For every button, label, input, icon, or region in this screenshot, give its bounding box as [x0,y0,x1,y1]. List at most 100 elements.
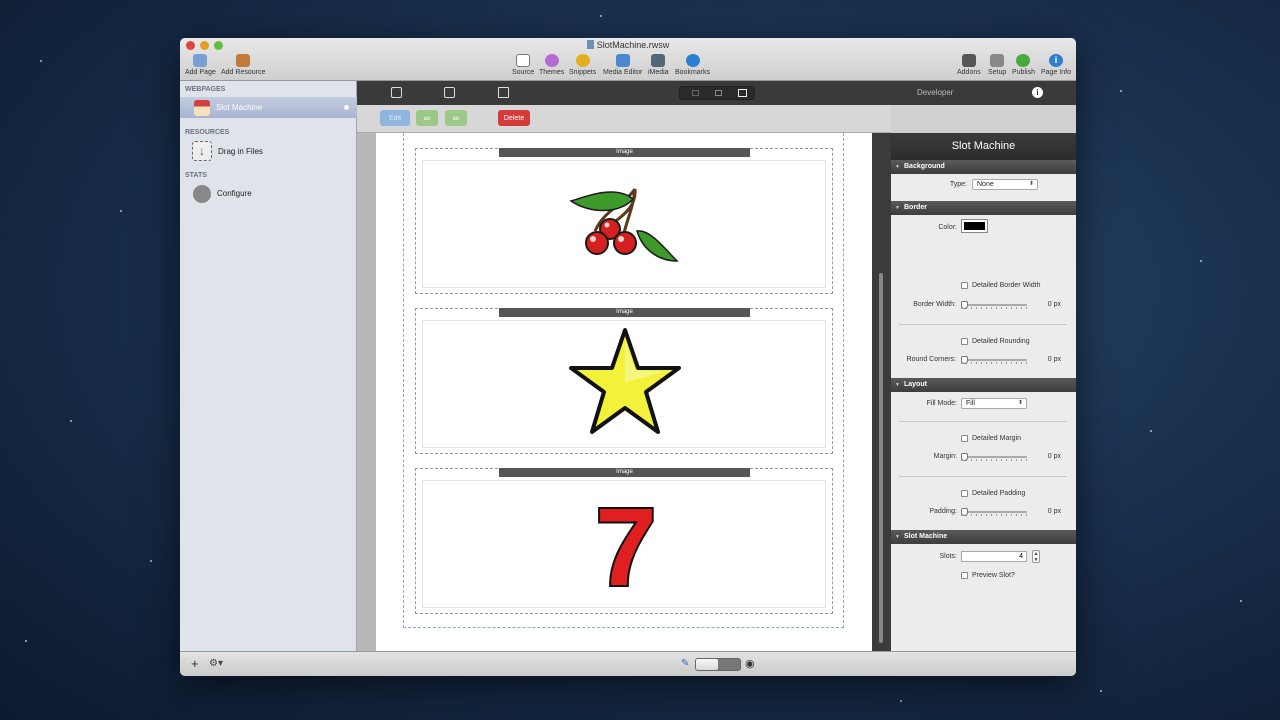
addons-button[interactable]: Addons [957,54,981,76]
image-slot-content: 7 [422,480,826,608]
image-slot-3[interactable]: Image 7 [415,468,833,614]
detailed-margin-checkbox[interactable]: Detailed Margin [961,435,1021,442]
box-icon[interactable] [391,87,402,98]
eye-icon[interactable]: ◉ [745,657,755,670]
image-slot-label: Image [499,308,750,317]
edit-button[interactable]: Edit [380,110,410,126]
source-button[interactable]: Source [512,54,534,76]
developer-tab[interactable]: Developer [917,88,953,97]
house-icon [194,99,210,116]
seven-icon: 7 [593,493,658,593]
add-resource-button[interactable]: Add Resource [221,54,265,76]
cherries-icon [569,188,679,262]
sidebar-item-slot-machine[interactable]: Slot Machine [180,97,357,118]
snippets-button[interactable]: Snippets [569,54,596,76]
link-button[interactable]: ∞ [416,110,438,126]
document-icon [586,40,594,49]
border-width-slider[interactable] [961,301,1027,309]
inspector-spacer [891,105,1076,133]
webpages-header: WEBPAGES [185,86,226,93]
border-color-well[interactable] [961,219,988,233]
margin-slider[interactable] [961,453,1027,461]
detailed-border-width-checkbox[interactable]: Detailed Border Width [961,282,1040,289]
canvas-scrollbar[interactable] [872,133,891,651]
setup-icon [990,54,1005,67]
fill-mode-select[interactable]: Fill [961,398,1027,409]
round-corners-slider[interactable] [961,356,1027,364]
resources-header: RESOURCES [185,129,230,136]
info-icon[interactable]: i [1032,87,1043,98]
image-slot-content [422,320,826,448]
separator [899,324,1067,325]
edit-preview-toggle[interactable] [695,658,741,671]
toolbar: SlotMachine.rwsw Add Page Add Resource S… [180,38,1076,81]
padding-value: 0 px [1047,508,1061,515]
imedia-button[interactable]: iMedia [648,54,669,76]
slots-input[interactable]: 4 [961,551,1027,562]
round-corners-label: Round Corners: [906,356,956,363]
bookmarks-button[interactable]: Bookmarks [675,54,710,76]
link-icon: ∞ [423,113,431,123]
source-icon [516,54,531,67]
app-window: SlotMachine.rwsw Add Page Add Resource S… [180,38,1076,676]
layout-section-header[interactable]: Layout [891,378,1076,392]
sidebar-item-drag-in-files[interactable]: ↓ Drag in Files [180,139,357,163]
background-type-select[interactable]: None [972,179,1038,190]
delete-button[interactable]: Delete [498,110,530,126]
image-slot-1[interactable]: Image [415,148,833,294]
view-mode-medium-button[interactable] [715,90,722,96]
add-page-button[interactable]: Add Page [185,54,216,76]
svg-text:7: 7 [595,493,656,593]
view-mode-small-button[interactable] [692,90,699,96]
separator [899,421,1067,422]
page-info-button[interactable]: i Page Info [1041,54,1071,76]
sidebar: WEBPAGES Slot Machine RESOURCES ↓ Drag i… [180,81,357,651]
border-width-label: Border Width: [913,301,956,308]
inspector-title: Slot Machine [891,133,1076,160]
inspector-tab-bar: Developer i [891,81,1076,105]
add-page-icon [193,54,208,67]
media-editor-button[interactable]: Media Editor [603,54,642,76]
type-label: Type: [949,181,967,188]
detailed-padding-checkbox[interactable]: Detailed Padding [961,490,1025,497]
setup-button[interactable]: Setup [988,54,1006,76]
themes-button[interactable]: Themes [539,54,564,76]
background-section-header[interactable]: Background [891,160,1076,174]
padding-slider[interactable] [961,508,1027,516]
view-mode-large-button[interactable] [738,89,747,97]
image-slot-2[interactable]: Image [415,308,833,454]
preview-slot-checkbox[interactable]: Preview Slot? [961,572,1015,579]
slots-stepper[interactable]: ▲ ▼ [1032,550,1040,563]
imedia-icon [651,54,666,67]
download-arrow-icon: ↓ [192,141,212,161]
image-icon[interactable] [498,87,509,98]
publish-button[interactable]: Publish [1012,54,1035,76]
border-section-header[interactable]: Border [891,201,1076,215]
editor-actions-bar: Edit ∞ ∞ Delete [357,105,891,133]
media-editor-icon [615,54,630,67]
scroll-thumb[interactable] [879,273,883,643]
border-color-swatch [964,222,985,230]
addons-icon [961,54,976,67]
web-page-preview: Image Image Image 7 [376,133,872,651]
sidebar-item-configure[interactable]: Configure [180,183,357,204]
color-label: Color: [938,224,957,231]
slot-machine-section-header[interactable]: Slot Machine [891,530,1076,544]
unlink-button[interactable]: ∞ [445,110,467,126]
detailed-rounding-checkbox[interactable]: Detailed Rounding [961,338,1030,345]
layout-icon[interactable] [444,87,455,98]
slots-label: Slots: [939,553,957,560]
add-icon[interactable]: + [191,656,199,671]
snippets-icon [575,54,590,67]
publish-icon [1016,54,1031,67]
view-mode-segmented-control [679,86,755,100]
image-slot-label: Image [499,148,750,157]
themes-icon [544,54,559,67]
toggle-knob [696,659,718,670]
fill-mode-label: Fill Mode: [926,400,957,407]
gear-menu-icon[interactable]: ⚙▾ [209,658,223,669]
pencil-icon[interactable]: ✎ [681,658,689,669]
gear-icon [193,184,211,203]
unlink-icon: ∞ [452,113,460,123]
round-corners-value: 0 px [1047,356,1061,363]
